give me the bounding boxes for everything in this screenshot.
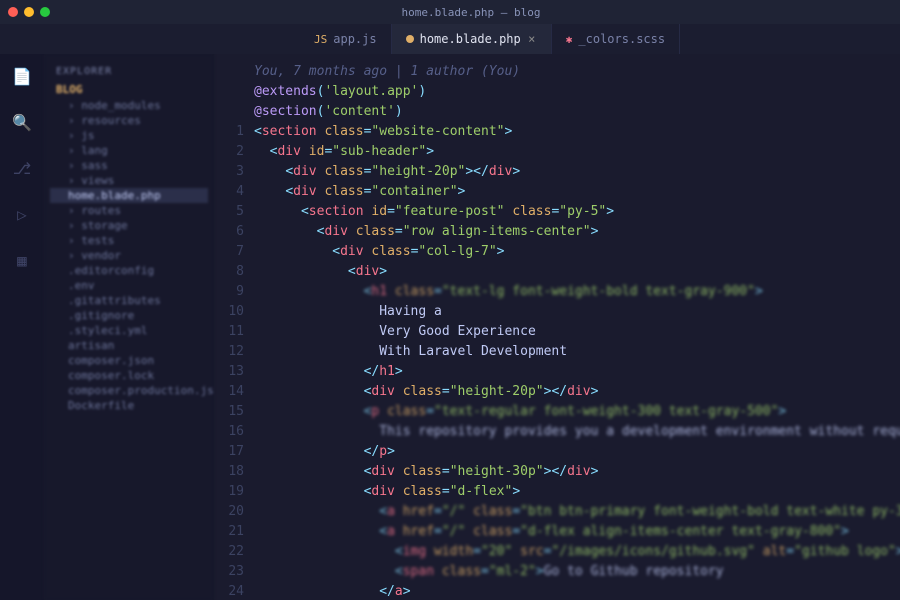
tab-colors-scss[interactable]: ✱ _colors.scss — [552, 24, 680, 54]
code-editor[interactable]: 1234567891011121314151617181920212223242… — [214, 54, 900, 600]
tree-item[interactable]: › vendor — [50, 248, 208, 263]
tree-item[interactable]: composer.production.json — [50, 383, 208, 398]
js-file-icon: JS — [314, 33, 327, 46]
tab-app-js[interactable]: JS app.js — [300, 24, 392, 54]
tab-home-blade[interactable]: home.blade.php × — [392, 24, 552, 54]
activity-bar: 📄 🔍 ⎇ ▷ ▦ — [0, 54, 44, 600]
tree-item[interactable]: › lang — [50, 143, 208, 158]
tree-item[interactable]: artisan — [50, 338, 208, 353]
tree-item[interactable]: › sass — [50, 158, 208, 173]
tree-item[interactable]: › routes — [50, 203, 208, 218]
modified-dot-icon — [406, 35, 414, 43]
tree-item[interactable]: .gitignore — [50, 308, 208, 323]
explorer-sidebar[interactable]: EXPLORER BLOG › node_modules› resources … — [44, 54, 214, 600]
tree-item[interactable]: › storage — [50, 218, 208, 233]
tree-item[interactable]: › resources — [50, 113, 208, 128]
tree-item[interactable]: › tests — [50, 233, 208, 248]
sidebar-root-folder[interactable]: BLOG — [50, 81, 208, 98]
tree-item[interactable]: home.blade.php — [50, 188, 208, 203]
tree-item[interactable]: .editorconfig — [50, 263, 208, 278]
titlebar[interactable]: home.blade.php — blog — [0, 0, 900, 24]
tree-item[interactable]: .styleci.yml — [50, 323, 208, 338]
tree-item[interactable]: .env — [50, 278, 208, 293]
file-tree: › node_modules› resources › js › lang › … — [50, 98, 208, 413]
tree-item[interactable]: .gitattributes — [50, 293, 208, 308]
sidebar-header: EXPLORER — [50, 62, 208, 81]
tree-item[interactable]: › views — [50, 173, 208, 188]
tree-item[interactable]: › node_modules — [50, 98, 208, 113]
tab-label: app.js — [333, 32, 376, 46]
tab-bar: JS app.js home.blade.php × ✱ _colors.scs… — [0, 24, 900, 54]
debug-icon[interactable]: ▷ — [10, 202, 34, 226]
maximize-icon[interactable] — [40, 7, 50, 17]
code-content[interactable]: You, 7 months ago | 1 author (You)@exten… — [254, 54, 900, 600]
minimize-icon[interactable] — [24, 7, 34, 17]
editor-window: home.blade.php — blog JS app.js home.bla… — [0, 0, 900, 600]
close-icon[interactable] — [8, 7, 18, 17]
search-icon[interactable]: 🔍 — [10, 110, 34, 134]
close-tab-icon[interactable]: × — [527, 34, 537, 44]
source-control-icon[interactable]: ⎇ — [10, 156, 34, 180]
tree-item[interactable]: composer.lock — [50, 368, 208, 383]
tree-item[interactable]: composer.json — [50, 353, 208, 368]
traffic-lights — [8, 7, 50, 17]
line-gutter: 1234567891011121314151617181920212223242… — [214, 54, 254, 600]
scss-file-icon: ✱ — [566, 33, 573, 46]
tree-item[interactable]: Dockerfile — [50, 398, 208, 413]
window-title: home.blade.php — blog — [50, 6, 892, 19]
tree-item[interactable]: › js — [50, 128, 208, 143]
extensions-icon[interactable]: ▦ — [10, 248, 34, 272]
explorer-icon[interactable]: 📄 — [10, 64, 34, 88]
workbench-body: 📄 🔍 ⎇ ▷ ▦ EXPLORER BLOG › node_modules› … — [0, 54, 900, 600]
tab-label: _colors.scss — [578, 32, 665, 46]
tab-label: home.blade.php — [420, 32, 521, 46]
